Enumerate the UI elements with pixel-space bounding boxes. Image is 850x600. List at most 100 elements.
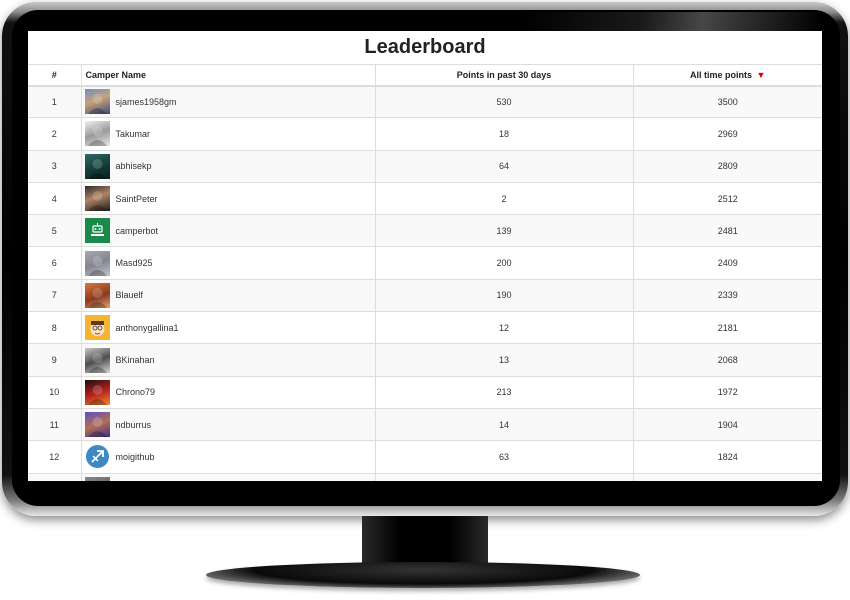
camper-name: Chrono79 — [115, 387, 156, 398]
rank-cell: 9 — [28, 343, 82, 377]
alltime-points-cell: 1824 — [633, 440, 822, 474]
monitor-stand-neck — [362, 516, 488, 568]
page-title: Leaderboard — [364, 36, 486, 58]
camper-link[interactable]: anthonygallina1 — [84, 315, 375, 341]
camper-name: abhisekp — [115, 161, 152, 172]
recent-points-cell: 14 — [375, 407, 634, 441]
monitor-screen: Leaderboard # Camper Name Points in past… — [28, 31, 822, 481]
alltime-points-cell: 2068 — [633, 343, 822, 377]
recent-points-header-label: Points in past 30 days — [456, 69, 552, 80]
avatar-photo-icon — [84, 347, 110, 373]
camper-name-cell: BKinahan — [81, 343, 376, 377]
sagittarius-icon — [84, 444, 110, 470]
rank-cell: 1 — [28, 84, 82, 118]
camper-name: ndburrus — [115, 419, 152, 430]
camper-name: camperbot — [115, 225, 159, 236]
rank-cell: 8 — [28, 311, 82, 344]
rank-cell: 11 — [28, 407, 82, 441]
rank-cell: 6 — [28, 246, 82, 280]
camper-link[interactable]: Blauelf — [84, 282, 375, 308]
table-row: 6 Masd925 200 2409 — [28, 246, 822, 280]
camper-name-header: Camper Name — [81, 64, 376, 87]
recent-points-cell — [375, 472, 634, 481]
camper-link[interactable]: abhisekp — [84, 153, 375, 179]
camper-name: anthonygallina1 — [115, 322, 179, 333]
recent-points-cell: 200 — [375, 246, 634, 280]
monitor-stand-base — [206, 562, 640, 588]
camper-name-cell: abhisekp — [81, 149, 376, 183]
camper-link[interactable]: sjames1958gm — [84, 89, 375, 115]
camper-name: Blauelf — [115, 290, 144, 301]
rank-cell: 10 — [28, 375, 82, 409]
avatar-photo-icon — [84, 250, 110, 276]
camper-link[interactable]: SaintPeter — [84, 186, 375, 212]
camper-link[interactable]: Chrono79 — [84, 379, 375, 405]
recent-points-cell: 530 — [375, 84, 634, 118]
table-row: 7 Blauelf 190 2339 — [28, 278, 822, 312]
alltime-points-cell: 2512 — [633, 181, 822, 215]
alltime-points-header-label: All time points — [690, 69, 753, 80]
table-row: 4 SaintPeter 2 2512 — [28, 181, 822, 215]
rank-cell: 5 — [28, 214, 82, 247]
avatar-photo-icon — [84, 282, 110, 308]
avatar-photo-icon — [84, 153, 110, 179]
sort-descending-icon: ▼ — [756, 69, 766, 80]
camper-name: BKinahan — [115, 355, 155, 366]
alltime-points-cell: 2809 — [633, 149, 822, 183]
recent-points-cell: 12 — [375, 311, 634, 344]
table-row: 12 moigithub 63 1824 — [28, 440, 822, 474]
avatar-cartoon-icon — [84, 315, 110, 341]
camper-link[interactable]: Masd925 — [84, 250, 375, 276]
recent-points-cell: 13 — [375, 343, 634, 377]
alltime-points-cell: 2181 — [633, 311, 822, 344]
rank-header: # — [28, 64, 82, 87]
recent-points-cell: 190 — [375, 278, 634, 312]
camper-link[interactable] — [84, 476, 375, 481]
camper-name-cell — [81, 472, 376, 481]
camper-name-cell: SaintPeter — [81, 181, 376, 215]
recent-points-header[interactable]: Points in past 30 days — [375, 64, 634, 87]
alltime-points-cell: 2409 — [633, 246, 822, 280]
camper-link[interactable]: BKinahan — [84, 347, 375, 373]
camper-link[interactable]: ndburrus — [84, 412, 375, 438]
rank-cell: 3 — [28, 149, 82, 183]
table-row: 11 ndburrus 14 1904 — [28, 407, 822, 441]
table-row: 8 anthonygallina1 12 2181 — [28, 311, 822, 344]
camper-name-cell: Masd925 — [81, 246, 376, 280]
monitor-glare — [522, 12, 822, 32]
table-header-row: # Camper Name Points in past 30 days All… — [28, 64, 822, 87]
avatar-photo-icon — [84, 89, 110, 115]
recent-points-cell: 63 — [375, 440, 634, 474]
table-row: 2 Takumar 18 2969 — [28, 117, 822, 151]
alltime-points-cell: 2339 — [633, 278, 822, 312]
avatar-photo-icon — [84, 186, 110, 212]
rank-cell: 2 — [28, 117, 82, 151]
camper-name-cell: ndburrus — [81, 407, 376, 441]
leaderboard-table: # Camper Name Points in past 30 days All… — [28, 64, 822, 481]
rank-cell: 12 — [28, 440, 82, 474]
camper-name-cell: sjames1958gm — [81, 84, 376, 118]
recent-points-cell: 64 — [375, 149, 634, 183]
table-row: 3 abhisekp 64 2809 — [28, 149, 822, 183]
alltime-points-header[interactable]: All time points ▼ — [633, 64, 822, 87]
alltime-points-cell — [633, 472, 822, 481]
rank-cell: 7 — [28, 278, 82, 312]
camper-link[interactable]: Takumar — [84, 121, 375, 147]
camper-link[interactable]: camperbot — [84, 218, 375, 244]
camper-link[interactable]: moigithub — [84, 444, 375, 470]
avatar-cartoon-icon — [84, 379, 110, 405]
table-row: 1 sjames1958gm 530 3500 — [28, 84, 822, 118]
recent-points-cell: 18 — [375, 117, 634, 151]
alltime-points-cell: 1972 — [633, 375, 822, 409]
rank-cell: 4 — [28, 181, 82, 215]
camper-name: Takumar — [115, 128, 151, 139]
avatar-photo-icon — [84, 121, 110, 147]
camper-name: SaintPeter — [115, 193, 158, 204]
camper-name-cell: anthonygallina1 — [81, 311, 376, 344]
recent-points-cell: 213 — [375, 375, 634, 409]
alltime-points-cell: 3500 — [633, 84, 822, 118]
recent-points-cell: 2 — [375, 181, 634, 215]
rank-cell — [28, 472, 82, 481]
camper-name: moigithub — [115, 451, 155, 462]
camper-name-cell: camperbot — [81, 214, 376, 247]
